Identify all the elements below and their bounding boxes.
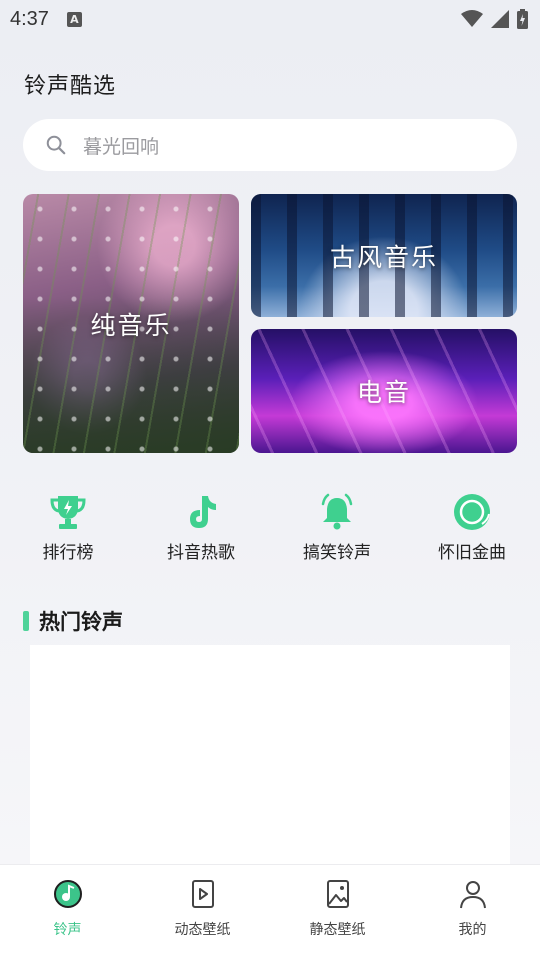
- category-funny-ringtones[interactable]: 搞笑铃声: [277, 492, 397, 563]
- nav-item-mine[interactable]: 我的: [405, 865, 540, 960]
- section-accent-bar: [23, 611, 29, 631]
- nav-label: 铃声: [53, 922, 82, 938]
- video-wallpaper-icon: [191, 880, 214, 908]
- hot-ringtones-header: 热门铃声: [23, 606, 123, 636]
- vinyl-icon: [454, 494, 490, 530]
- category-nostalgic-classics[interactable]: 怀旧金曲: [412, 492, 532, 563]
- status-indicators: [461, 9, 528, 29]
- search-placeholder: 暮光回响: [83, 135, 160, 158]
- user-icon: [459, 881, 486, 909]
- bottom-nav: 铃声 动态壁纸 静态壁纸 我的: [0, 864, 540, 960]
- trophy-icon: [50, 496, 86, 529]
- category-label: 搞笑铃声: [303, 543, 371, 563]
- card-label: 古风音乐: [329, 242, 438, 272]
- category-label: 怀旧金曲: [438, 543, 506, 563]
- wifi-icon: [461, 10, 483, 27]
- card-electronic-music[interactable]: 电音: [251, 329, 517, 453]
- image-wallpaper-icon: [326, 880, 349, 908]
- status-time: 4:37: [10, 7, 49, 30]
- category-douyin-hits[interactable]: 抖音热歌: [141, 492, 261, 563]
- category-label: 抖音热歌: [167, 543, 235, 563]
- nav-item-ringtones[interactable]: 铃声: [0, 865, 135, 960]
- category-label: 排行榜: [42, 543, 94, 563]
- page-title: 铃声酷选: [24, 74, 117, 99]
- nav-label: 静态壁纸: [309, 922, 366, 938]
- music-disc-icon: [53, 880, 82, 908]
- nav-label: 我的: [458, 922, 487, 938]
- bell-icon: [321, 493, 353, 530]
- nav-item-static-wallpapers[interactable]: 静态壁纸: [270, 865, 405, 960]
- card-label: 纯音乐: [90, 310, 172, 340]
- tiktok-icon: [190, 496, 216, 528]
- hot-ringtones-list: [30, 645, 510, 865]
- search-bar[interactable]: 暮光回响: [23, 119, 517, 171]
- battery-icon: [517, 9, 528, 29]
- card-ancient-music[interactable]: 古风音乐: [251, 194, 517, 317]
- signal-icon: [491, 10, 509, 28]
- section-title: 热门铃声: [39, 610, 123, 634]
- nav-label: 动态壁纸: [174, 922, 231, 938]
- search-icon: [46, 135, 66, 155]
- status-bar: 4:37 A: [0, 0, 540, 38]
- notification-icon: A: [66, 11, 82, 27]
- card-label: 电音: [356, 378, 411, 407]
- category-ranking[interactable]: 排行榜: [8, 492, 128, 563]
- card-pure-music[interactable]: 纯音乐: [23, 194, 239, 453]
- nav-item-live-wallpapers[interactable]: 动态壁纸: [135, 865, 270, 960]
